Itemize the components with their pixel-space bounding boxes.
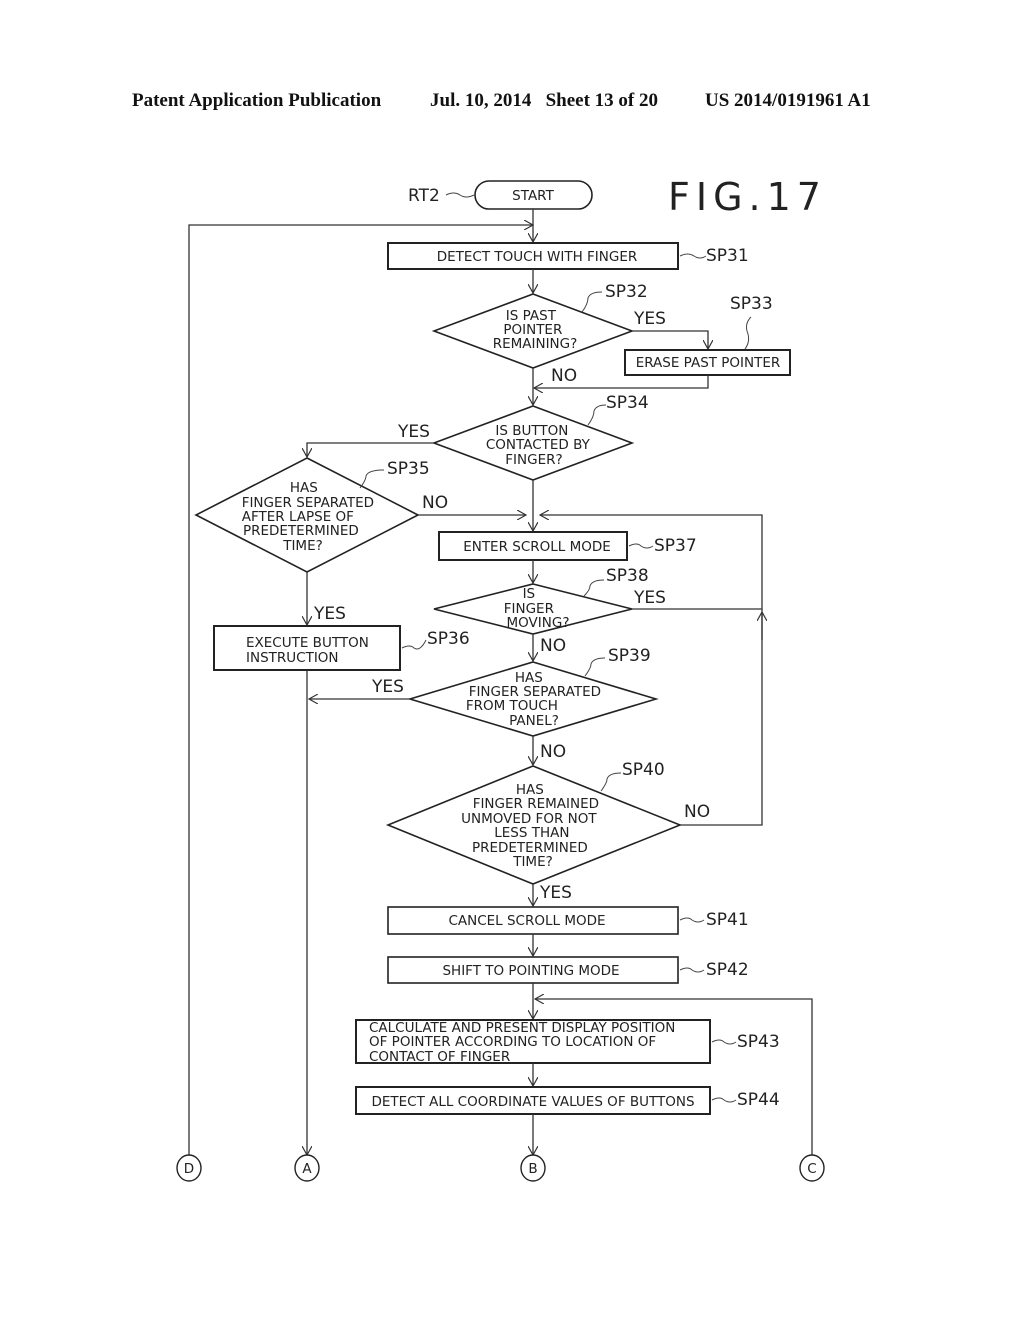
edge-sp32-yes [632, 330, 708, 349]
sp35-ref: SP35 [387, 459, 430, 479]
leader-sp35 [359, 469, 385, 489]
sp32-no: NO [551, 366, 577, 386]
flowchart: FIG.17 RT2 START DETECT TOUCH WITH FINGE… [176, 175, 827, 1182]
sp40-no: NO [684, 802, 710, 822]
svg-text:A: A [302, 1161, 312, 1177]
sp31-text: DETECT TOUCH WITH FINGER [437, 249, 638, 265]
start-label: START [512, 188, 554, 204]
leader-sp40 [600, 772, 622, 792]
sp39-ref: SP39 [608, 646, 651, 666]
sp39-yes: YES [371, 677, 404, 697]
sp33-ref: SP33 [730, 294, 773, 314]
leader-sp43 [711, 1039, 737, 1045]
leader-sp37 [628, 543, 654, 549]
sp38-ref: SP38 [606, 566, 649, 586]
sp35-no: NO [422, 493, 448, 513]
svg-text:D: D [184, 1161, 194, 1177]
sp42-text: SHIFT TO POINTING MODE [442, 963, 619, 979]
sp34-yes: YES [397, 422, 430, 442]
leader-sp31 [679, 253, 707, 259]
sp32-ref: SP32 [605, 282, 648, 302]
connector-a: A [294, 1154, 320, 1182]
edge-sp34-yes [307, 442, 434, 457]
sp41-ref: SP41 [706, 910, 749, 930]
leader-rt2 [445, 192, 475, 198]
leader-sp44 [711, 1097, 737, 1103]
sp36-ref: SP36 [427, 629, 470, 649]
sp33-text: ERASE PAST POINTER [636, 355, 781, 371]
connector-b: B [520, 1154, 546, 1182]
leader-sp32 [581, 291, 603, 313]
connector-d: D [176, 1154, 202, 1182]
sp37-ref: SP37 [654, 536, 697, 556]
sp34-ref: SP34 [606, 393, 649, 413]
sp44-text: DETECT ALL COORDINATE VALUES OF BUTTONS [371, 1094, 694, 1110]
sp42-ref: SP42 [706, 960, 749, 980]
sp32-yes: YES [633, 309, 666, 329]
leader-sp41 [679, 917, 705, 923]
leader-sp34 [587, 404, 607, 426]
sp31-ref: SP31 [706, 246, 749, 266]
svg-text:C: C [807, 1161, 816, 1177]
connector-c: C [799, 1154, 825, 1182]
sp40-yes: YES [539, 883, 572, 903]
leader-sp42 [679, 967, 705, 973]
sp40-ref: SP40 [622, 760, 665, 780]
figure-title: FIG.17 [668, 175, 827, 219]
sp43-ref: SP43 [737, 1032, 780, 1052]
svg-text:B: B [528, 1161, 537, 1177]
leader-sp36 [401, 639, 427, 650]
leader-sp39 [584, 657, 606, 677]
sp44-ref: SP44 [737, 1090, 780, 1110]
leader-sp33 [744, 316, 752, 350]
sp41-text: CANCEL SCROLL MODE [448, 913, 605, 929]
sp38-no: NO [540, 636, 566, 656]
sp39-no: NO [540, 742, 566, 762]
routine-label: RT2 [408, 186, 440, 206]
sp35-yes: YES [313, 604, 346, 624]
leader-sp38 [583, 579, 605, 597]
sp37-text: ENTER SCROLL MODE [463, 539, 611, 555]
sp38-yes: YES [633, 588, 666, 608]
